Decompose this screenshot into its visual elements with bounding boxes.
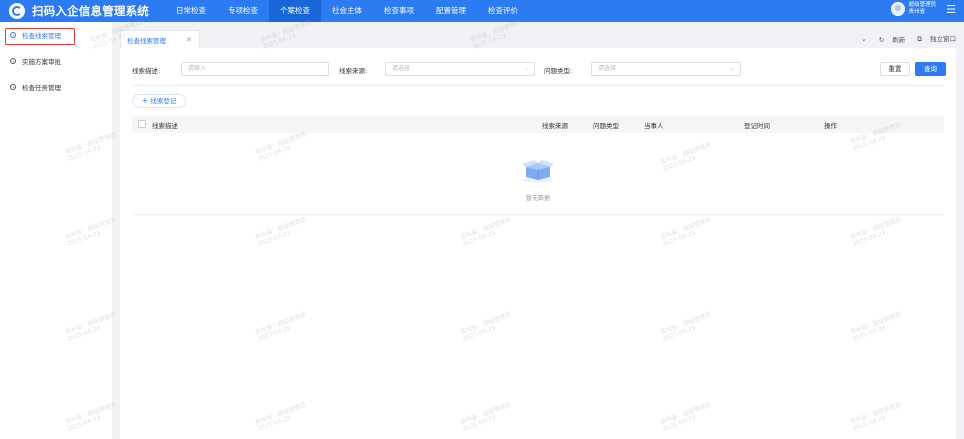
menu-icon[interactable]: ☰ — [946, 4, 956, 15]
clue-desc-input[interactable]: 请输入 — [181, 62, 329, 76]
circle-icon — [10, 58, 16, 64]
nav-item-config-management[interactable]: 配置管理 — [425, 0, 477, 22]
nav-item-case-inspection[interactable]: 个案检查 — [269, 0, 321, 22]
nav-item-daily-inspection[interactable]: 日常检查 — [165, 0, 217, 22]
empty-box-icon — [522, 160, 554, 183]
column-header-party: 当事人 — [644, 122, 664, 130]
table-header: 线索描述 线索来源 问题类型 当事人 登记时间 操作 — [132, 116, 944, 133]
chevron-down-icon[interactable]: ⌄ — [861, 35, 867, 43]
clue-source-label: 线索来源: — [339, 67, 368, 75]
top-bar: 扫码入企信息管理系统 日常检查 专项检查 个案检查 社会主体 检查事项 配置管理… — [0, 0, 964, 22]
select-all-checkbox[interactable] — [138, 120, 146, 128]
main-content: 线索描述: 请输入 线索来源: 请选择 ⌄ 问题类型: 请选择 ⌄ 重置 查询 … — [120, 48, 956, 439]
app-title: 扫码入企信息管理系统 — [32, 4, 149, 18]
plus-icon: + — [141, 96, 149, 105]
clue-source-placeholder: 请选择 — [392, 65, 411, 72]
empty-text: 暂无数据 — [525, 195, 550, 202]
sidebar: 检查线索管理 实施方案审批 检查任务管理 — [0, 22, 112, 439]
issue-type-label: 问题类型: — [544, 67, 573, 75]
popout-button[interactable]: ⧉ 独立窗口 — [911, 33, 956, 44]
sidebar-item-task-management[interactable]: 检查任务管理 — [0, 74, 112, 100]
column-header-source: 线索来源 — [542, 122, 568, 130]
nav-item-social-entities[interactable]: 社会主体 — [321, 0, 373, 22]
refresh-button[interactable]: ↻ 刷新 — [873, 34, 906, 44]
add-clue-button[interactable]: + 线索登记 — [132, 94, 186, 108]
user-name: 超级管理员 — [908, 2, 937, 8]
tab-clue-management[interactable]: 检查线索管理 ✕ — [120, 30, 200, 48]
clue-source-select[interactable]: 请选择 ⌄ — [385, 62, 535, 76]
reset-button[interactable]: 重置 — [880, 62, 910, 76]
avatar[interactable] — [890, 2, 905, 16]
filter-row: 线索描述: 请输入 线索来源: 请选择 ⌄ 问题类型: 请选择 ⌄ 重置 查询 — [120, 62, 956, 78]
window-icon: ⧉ — [917, 35, 922, 43]
user-area: 超级管理员 贵州省 ☰ — [890, 2, 956, 16]
close-icon[interactable]: ✕ — [186, 36, 192, 44]
tabs-actions: ⌄ ↻ 刷新 ⧉ 独立窗口 — [855, 33, 956, 44]
nav-item-inspection-evaluation[interactable]: 检查评价 — [477, 0, 529, 22]
tabs-bar: 检查线索管理 ✕ ⌄ ↻ 刷新 ⧉ 独立窗口 — [112, 22, 964, 48]
nav-item-inspection-items[interactable]: 检查事项 — [373, 0, 425, 22]
divider — [132, 85, 944, 86]
tab-label: 检查线索管理 — [127, 36, 166, 45]
issue-type-placeholder: 请选择 — [598, 65, 617, 72]
sidebar-item-label: 检查任务管理 — [22, 84, 61, 92]
refresh-label: 刷新 — [892, 35, 906, 44]
chevron-down-icon: ⌄ — [523, 65, 529, 72]
sidebar-item-label: 实施方案审批 — [22, 58, 61, 66]
column-header-time: 登记时间 — [744, 122, 770, 130]
user-region: 贵州省 — [908, 9, 926, 15]
column-header-actions: 操作 — [824, 122, 837, 130]
circle-icon — [10, 84, 16, 90]
sidebar-item-label: 检查线索管理 — [22, 32, 61, 40]
column-header-desc: 线索描述 — [152, 122, 178, 130]
issue-type-select[interactable]: 请选择 ⌄ — [591, 62, 741, 76]
chevron-down-icon: ⌄ — [729, 65, 735, 72]
app-logo-icon — [9, 3, 25, 19]
popout-label: 独立窗口 — [930, 35, 956, 43]
clue-desc-label: 线索描述: — [132, 67, 161, 75]
search-button[interactable]: 查询 — [915, 62, 946, 76]
nav-item-special-inspection[interactable]: 专项检查 — [217, 0, 269, 22]
add-clue-label: 线索登记 — [150, 97, 177, 105]
clue-desc-placeholder: 请输入 — [188, 65, 207, 72]
refresh-icon: ↻ — [878, 35, 885, 44]
sidebar-item-clue-management[interactable]: 检查线索管理 — [0, 22, 112, 48]
column-header-type: 问题类型 — [593, 122, 619, 130]
circle-icon — [10, 32, 16, 38]
user-info[interactable]: 超级管理员 贵州省 — [909, 2, 937, 16]
sidebar-item-plan-approval[interactable]: 实施方案审批 — [0, 48, 112, 74]
empty-state: 暂无数据 — [132, 133, 944, 215]
main-nav: 日常检查 专项检查 个案检查 社会主体 检查事项 配置管理 检查评价 — [165, 0, 529, 22]
